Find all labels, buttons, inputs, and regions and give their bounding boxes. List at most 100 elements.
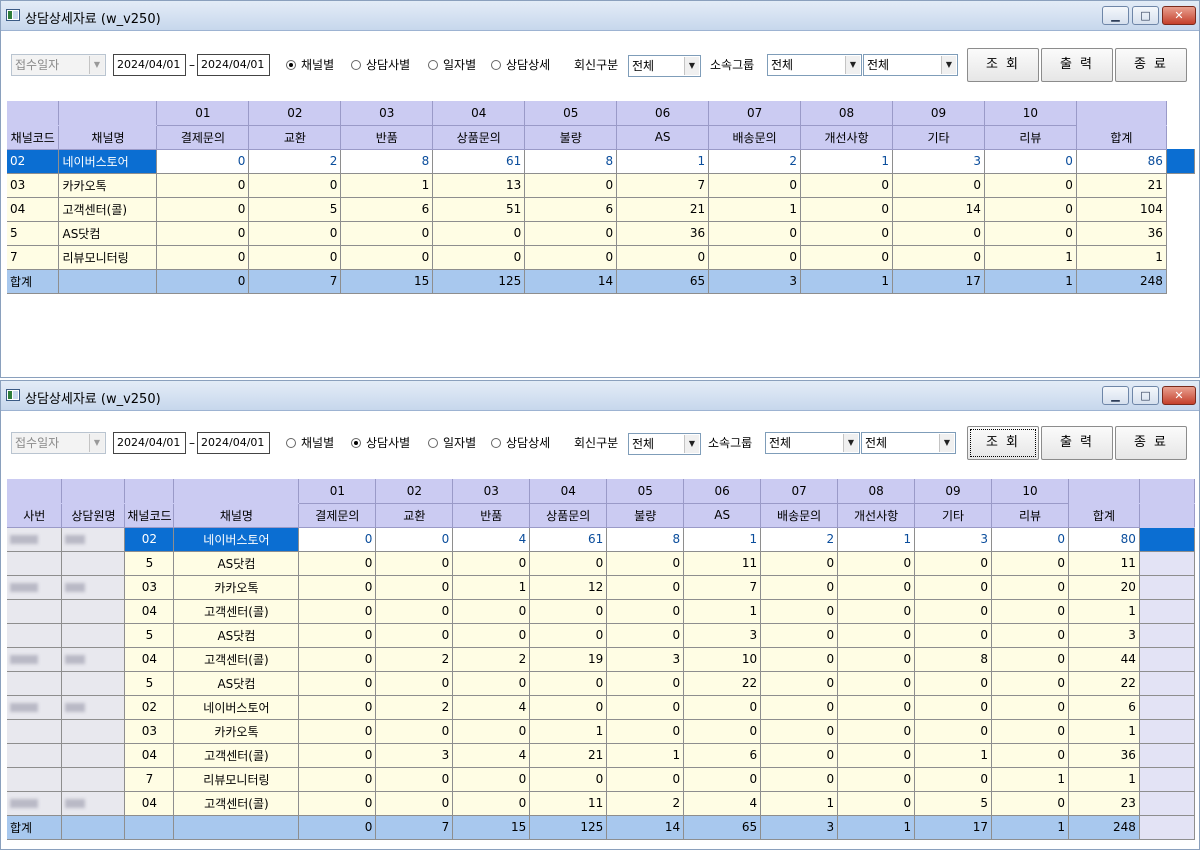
- count-cell[interactable]: 2: [248, 149, 342, 174]
- table-row[interactable]: 04 고객센터(콜) 0 5 6 51 6 21 1 0 14 0 104: [7, 197, 1195, 222]
- count-cell[interactable]: 4: [452, 527, 531, 552]
- count-cell[interactable]: 0: [914, 623, 993, 648]
- channel-name-cell[interactable]: 리뷰모니터링: [58, 245, 158, 270]
- row-total-cell[interactable]: 44: [1068, 647, 1140, 672]
- count-cell[interactable]: 0: [991, 719, 1069, 744]
- table-row[interactable]: 04 고객센터(콜) 0 3 4 21 1 6 0 0 1 0 36: [7, 743, 1195, 768]
- count-cell[interactable]: 8: [914, 647, 993, 672]
- maximize-button[interactable]: □: [1132, 6, 1159, 25]
- count-cell[interactable]: 0: [800, 221, 894, 246]
- count-cell[interactable]: 0: [984, 197, 1077, 222]
- close-button[interactable]: ✕: [1162, 386, 1196, 405]
- row-total-cell[interactable]: 22: [1068, 671, 1140, 696]
- radio-by-date[interactable]: 일자별: [428, 434, 476, 452]
- radio-by-channel[interactable]: 채널별: [286, 56, 334, 74]
- channel-name-cell[interactable]: AS닷컴: [173, 623, 300, 648]
- row-total-cell[interactable]: 20: [1068, 575, 1140, 600]
- count-cell[interactable]: 1: [529, 719, 608, 744]
- table-row[interactable]: 7 리뷰모니터링 0 0 0 0 0 0 0 0 0 1 1: [7, 767, 1195, 792]
- count-cell[interactable]: 0: [375, 767, 454, 792]
- count-cell[interactable]: 0: [837, 647, 916, 672]
- employee-id-masked-cell[interactable]: [7, 575, 63, 600]
- table-row[interactable]: 5 AS닷컴 0 0 0 0 0 22 0 0 0 0 22: [7, 671, 1195, 696]
- maximize-button[interactable]: □: [1132, 386, 1159, 405]
- count-cell[interactable]: 0: [991, 623, 1069, 648]
- count-cell[interactable]: 1: [606, 743, 685, 768]
- channel-code-cell[interactable]: 04: [124, 791, 175, 816]
- count-cell[interactable]: 0: [683, 695, 762, 720]
- count-cell[interactable]: 0: [298, 647, 377, 672]
- count-cell[interactable]: 2: [606, 791, 685, 816]
- count-cell[interactable]: 0: [837, 767, 916, 792]
- count-cell[interactable]: 0: [914, 671, 993, 696]
- count-cell[interactable]: 0: [156, 149, 250, 174]
- table-row[interactable]: 5 AS닷컴 0 0 0 0 0 11 0 0 0 0 11: [7, 551, 1195, 576]
- count-cell[interactable]: 8: [340, 149, 434, 174]
- count-cell[interactable]: 0: [984, 221, 1077, 246]
- row-total-cell[interactable]: 1: [1068, 767, 1140, 792]
- close-button[interactable]: ✕: [1162, 6, 1196, 25]
- count-cell[interactable]: 3: [683, 623, 762, 648]
- count-cell[interactable]: 0: [837, 599, 916, 624]
- count-cell[interactable]: 7: [683, 575, 762, 600]
- employee-id-masked-cell[interactable]: [7, 719, 63, 744]
- channel-code-cell[interactable]: 02: [124, 695, 175, 720]
- channel-code-cell[interactable]: 5: [124, 551, 175, 576]
- count-cell[interactable]: 61: [432, 149, 526, 174]
- count-cell[interactable]: 0: [606, 599, 685, 624]
- count-cell[interactable]: 4: [452, 743, 531, 768]
- count-cell[interactable]: 1: [991, 767, 1069, 792]
- channel-name-cell[interactable]: AS닷컴: [173, 551, 300, 576]
- count-cell[interactable]: 0: [452, 791, 531, 816]
- table-row[interactable]: 5 AS닷컴 0 0 0 0 0 36 0 0 0 0 36: [7, 221, 1195, 246]
- count-cell[interactable]: 5: [248, 197, 342, 222]
- count-cell[interactable]: 0: [606, 623, 685, 648]
- count-cell[interactable]: 3: [375, 743, 454, 768]
- count-cell[interactable]: 0: [760, 647, 839, 672]
- count-cell[interactable]: 0: [529, 623, 608, 648]
- table-row[interactable]: 04 고객센터(콜) 0 2 2 19 3 10 0 0 8 0 44: [7, 647, 1195, 672]
- count-cell[interactable]: 2: [452, 647, 531, 672]
- agent-name-masked-cell[interactable]: [61, 551, 126, 576]
- count-cell[interactable]: 0: [760, 719, 839, 744]
- count-cell[interactable]: 0: [529, 767, 608, 792]
- channel-code-cell[interactable]: 5: [124, 623, 175, 648]
- count-cell[interactable]: 0: [524, 245, 618, 270]
- table-row[interactable]: 03 카카오톡 0 0 0 1 0 0 0 0 0 0 1: [7, 719, 1195, 744]
- count-cell[interactable]: 0: [760, 695, 839, 720]
- table-row[interactable]: 7 리뷰모니터링 0 0 0 0 0 0 0 0 0 1 1: [7, 245, 1195, 270]
- exit-button[interactable]: 종 료: [1115, 426, 1187, 460]
- channel-code-cell[interactable]: 03: [124, 719, 175, 744]
- count-cell[interactable]: 1: [800, 149, 894, 174]
- employee-id-masked-cell[interactable]: [7, 671, 63, 696]
- count-cell[interactable]: 0: [529, 599, 608, 624]
- channel-code-cell[interactable]: 7: [124, 767, 175, 792]
- count-cell[interactable]: 0: [708, 173, 802, 198]
- count-cell[interactable]: 0: [298, 743, 377, 768]
- count-cell[interactable]: 6: [340, 197, 434, 222]
- row-total-cell[interactable]: 1: [1076, 245, 1167, 270]
- channel-name-cell[interactable]: 카카오톡: [58, 173, 158, 198]
- row-total-cell[interactable]: 23: [1068, 791, 1140, 816]
- table-row[interactable]: 02 네이버스토어 0 2 4 0 0 0 0 0 0 0 6: [7, 695, 1195, 720]
- count-cell[interactable]: 0: [991, 791, 1069, 816]
- count-cell[interactable]: 61: [529, 527, 608, 552]
- group-select-secondary[interactable]: 전체 ▼: [863, 54, 958, 76]
- count-cell[interactable]: 8: [606, 527, 685, 552]
- count-cell[interactable]: 7: [616, 173, 710, 198]
- group-select-primary[interactable]: 전체 ▼: [765, 432, 860, 454]
- count-cell[interactable]: 0: [991, 671, 1069, 696]
- count-cell[interactable]: 1: [616, 149, 710, 174]
- count-cell[interactable]: 0: [991, 551, 1069, 576]
- count-cell[interactable]: 0: [452, 767, 531, 792]
- count-cell[interactable]: 0: [156, 197, 250, 222]
- channel-name-cell[interactable]: 고객센터(콜): [173, 599, 300, 624]
- count-cell[interactable]: 0: [914, 575, 993, 600]
- row-total-cell[interactable]: 36: [1076, 221, 1167, 246]
- count-cell[interactable]: 0: [837, 719, 916, 744]
- agent-name-masked-cell[interactable]: [61, 527, 126, 552]
- count-cell[interactable]: 0: [683, 719, 762, 744]
- search-button[interactable]: 조 회: [967, 48, 1039, 82]
- count-cell[interactable]: 0: [837, 623, 916, 648]
- count-cell[interactable]: 13: [432, 173, 526, 198]
